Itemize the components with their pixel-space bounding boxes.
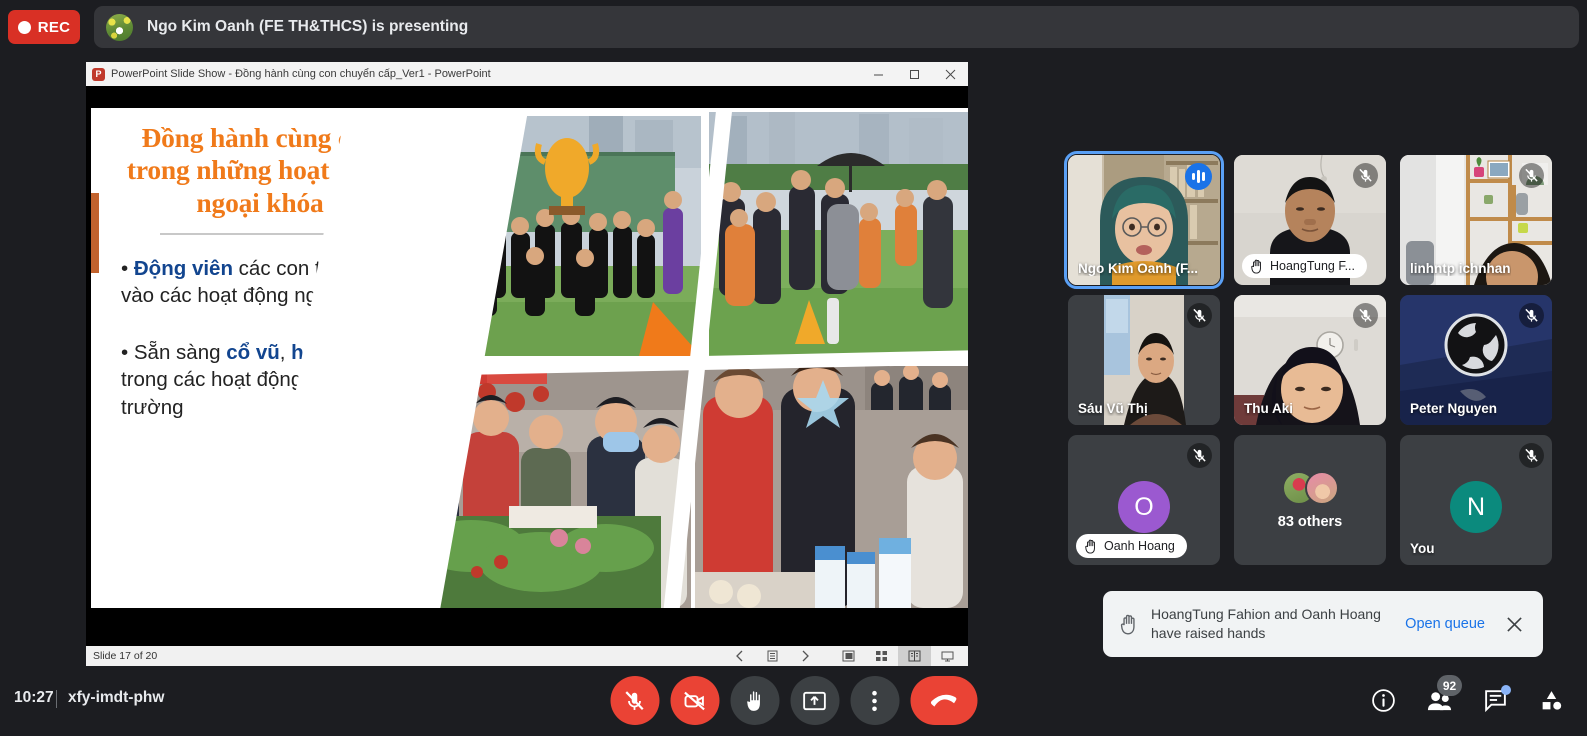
meeting-code: xfy-imdt-phw [68,689,165,706]
participant-tile-oanh-hoang[interactable]: O Oanh Hoang [1068,435,1220,565]
avatar-initial: O [1118,481,1170,533]
slide-bullet-2-bold-1: cổ vũ [226,341,280,365]
call-controls [610,676,977,725]
photo-market-families [695,366,968,608]
mic-off-icon [1187,303,1212,328]
people-count-badge: 92 [1437,675,1462,696]
maximize-button[interactable] [896,62,932,86]
minimize-button[interactable] [860,62,896,86]
raised-hand-name-pill: Oanh Hoang [1076,534,1187,558]
participant-tile-hoangtung[interactable]: HoangTung F... [1234,155,1386,285]
raised-hand-icon [1085,539,1095,554]
others-count-label: 83 others [1277,513,1343,530]
raised-hand-icon [1120,614,1135,634]
shared-powerpoint-window: P PowerPoint Slide Show - Đồng hành cùng… [86,62,968,666]
speaking-icon [1185,163,1212,190]
mic-off-icon [1353,303,1378,328]
meeting-details-icon[interactable] [1361,678,1405,722]
participant-name: You [1410,541,1435,556]
record-dot-icon [17,20,31,34]
slide-stage: Đồng hành cùng con trong những hoạt động… [86,86,968,646]
participant-tile-thu-aki[interactable]: Thu Aki [1234,295,1386,425]
participant-name: Thu Aki [1244,401,1293,416]
participant-name: Ngo Kim Oanh (F... [1078,261,1198,276]
mic-off-icon [1353,163,1378,188]
previous-slide-button[interactable] [723,646,756,666]
participant-name: Peter Nguyen [1410,401,1498,416]
slide-sorter-button[interactable] [865,646,898,666]
participant-tile-ngo-kim-oanh[interactable]: Ngo Kim Oanh (F... [1064,151,1224,289]
participant-name: HoangTung F... [1270,259,1356,273]
slide-bullet-1-bold: Động viên [133,257,233,281]
presenting-banner[interactable]: Ngo Kim Oanh (FE TH&THCS) is presenting [94,6,1579,48]
camera-off-button[interactable] [670,676,719,725]
slide-accent-tab [91,193,99,273]
slide-menu-button[interactable] [756,646,789,666]
mic-off-icon [1519,443,1544,468]
slide-photo-collage [246,108,968,608]
next-slide-button[interactable] [789,646,822,666]
participant-name: Sáu Vũ Thị [1078,401,1148,416]
bottom-bar: 10:27 xfy-imdt-phw 92 [0,666,1587,736]
reading-view-button[interactable] [898,646,931,666]
recording-label: REC [37,18,71,36]
normal-view-button[interactable] [832,646,865,666]
powerpoint-title-bar: P PowerPoint Slide Show - Đồng hành cùng… [86,62,968,86]
slide-bullet-2-mid: , [279,341,292,365]
mic-off-icon [1187,443,1212,468]
raised-hand-icon [1251,259,1261,274]
slide-bullet-2-pre: • Sẵn sàng [121,341,227,365]
slide-canvas: Đồng hành cùng con trong những hoạt động… [91,108,968,608]
clock: 10:27 [14,689,54,706]
avatar-letter: O [1134,492,1154,521]
present-screen-button[interactable] [790,676,839,725]
powerpoint-status-bar: Slide 17 of 20 [86,646,968,666]
top-bar: REC Ngo Kim Oanh (FE TH&THCS) is present… [0,0,1587,52]
recording-indicator[interactable]: REC [8,10,80,44]
participant-tile-you[interactable]: N You [1400,435,1552,565]
chat-icon[interactable] [1473,678,1517,722]
right-action-icons: 92 [1361,675,1573,722]
photo-outdoor-activity [709,112,968,356]
raise-hand-button[interactable] [730,676,779,725]
raised-hand-name-pill: HoangTung F... [1242,254,1368,278]
participant-tile-peter-nguyen[interactable]: Peter Nguyen [1400,295,1552,425]
slide-nav-buttons [723,646,964,666]
participant-grid: Ngo Kim Oanh (F... HoangTung F... linhnt… [1064,151,1552,575]
slideshow-button[interactable] [931,646,964,666]
others-summary: 83 others [1234,435,1386,565]
mic-off-icon [1519,163,1544,188]
divider [56,690,57,708]
participant-tile-others[interactable]: 83 others [1234,435,1386,565]
others-avatars [1281,470,1339,505]
window-buttons [860,62,968,86]
presenter-avatar [106,13,133,41]
other-avatar-2 [1304,470,1339,505]
avatar-initial: N [1450,481,1502,533]
presenting-label: Ngo Kim Oanh (FE TH&THCS) is presenting [147,18,469,35]
mic-off-icon [1519,303,1544,328]
powerpoint-title-text: PowerPoint Slide Show - Đồng hành cùng c… [111,68,491,80]
chat-unread-dot [1501,685,1511,695]
open-queue-link[interactable]: Open queue [1405,616,1485,632]
slide-counter: Slide 17 of 20 [93,650,158,662]
microphone-off-button[interactable] [610,676,659,725]
meeting-screen: REC Ngo Kim Oanh (FE TH&THCS) is present… [0,0,1587,736]
people-icon[interactable]: 92 [1417,675,1462,722]
end-call-button[interactable] [910,676,977,725]
raised-hands-toast: HoangTung Fahion and Oanh Hoang have rai… [1103,591,1543,657]
participant-tile-linhntp[interactable]: linhntp ichnhan [1400,155,1552,285]
avatar-letter: N [1466,492,1486,521]
toast-message: HoangTung Fahion and Oanh Hoang have rai… [1151,606,1381,641]
participant-name: Oanh Hoang [1104,539,1175,553]
close-button[interactable] [932,62,968,86]
activities-icon[interactable] [1529,678,1573,722]
more-options-button[interactable] [850,676,899,725]
participant-name: linhntp ichnhan [1410,261,1511,276]
participant-tile-sau-vu-thi[interactable]: Sáu Vũ Thị [1068,295,1220,425]
close-icon[interactable] [1497,616,1531,633]
powerpoint-logo-icon: P [92,67,105,81]
